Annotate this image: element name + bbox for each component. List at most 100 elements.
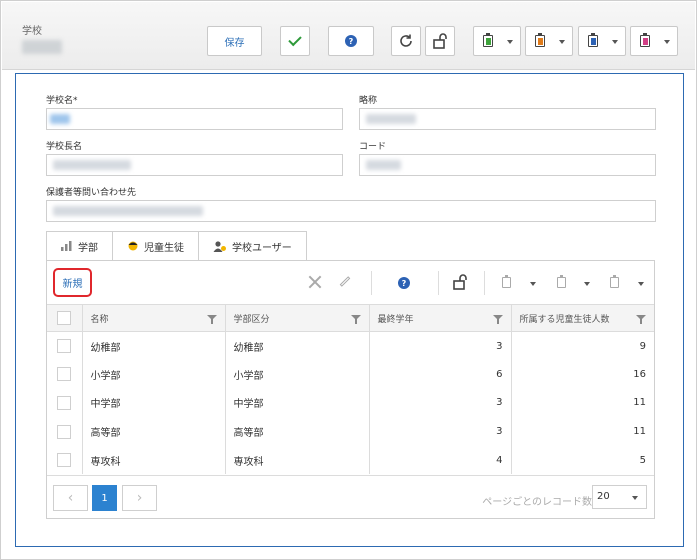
new-button[interactable]: 新規 [53, 268, 92, 297]
select-all-checkbox[interactable] [57, 311, 72, 325]
row-checkbox[interactable] [57, 424, 72, 439]
page-size-select[interactable]: 20 [592, 485, 647, 509]
confirm-button[interactable] [280, 26, 310, 56]
code-input[interactable] [359, 154, 656, 176]
unlock-icon [453, 274, 467, 290]
chevron-down-icon [612, 40, 618, 44]
column-header-final-grade[interactable]: 最終学年 [369, 304, 512, 332]
chevron-right-icon: › [136, 490, 143, 506]
guardian-contact-label: 保護者等問い合わせ先 [46, 188, 137, 198]
filter-icon[interactable] [206, 315, 217, 324]
row-checkbox[interactable] [57, 395, 72, 410]
toolbar-divider [371, 271, 372, 295]
clipboard-icon [640, 33, 650, 47]
chevron-down-icon[interactable] [584, 282, 590, 286]
tab-students[interactable]: 児童生徒 [112, 231, 198, 261]
export-blue-dropdown[interactable] [578, 26, 626, 56]
grid-export-3-dropdown[interactable] [610, 275, 619, 288]
table-row[interactable]: 高等部 高等部 3 11 [47, 417, 654, 446]
cell-category: 専攻科 [225, 445, 370, 475]
cell-student-count: 11 [633, 426, 646, 438]
delete-icon[interactable] [308, 275, 322, 289]
column-header-student-count[interactable]: 所属する児童生徒人数 [511, 304, 654, 332]
grid-export-2-dropdown[interactable] [557, 275, 566, 288]
window: 学校 保存 ? 学校名* 略称 学校長名 コード 保護者等問い合わせ先 学部 児… [0, 0, 697, 560]
row-checkbox[interactable] [57, 339, 72, 354]
table-header-row: 名称 学部区分 最終学年 所属する児童生徒人数 [47, 304, 654, 332]
redacted-value [53, 160, 131, 170]
column-header-name[interactable]: 名称 [82, 304, 226, 332]
table-row[interactable]: 幼稚部 幼稚部 3 9 [47, 331, 654, 361]
abbr-input[interactable] [359, 108, 656, 130]
check-icon [288, 32, 302, 47]
cell-student-count: 16 [633, 368, 646, 380]
cell-final-grade: 4 [369, 445, 512, 475]
table-row[interactable]: 中学部 中学部 3 11 [47, 388, 654, 418]
grid-export-1-dropdown[interactable] [502, 275, 511, 288]
grid-help-button[interactable]: ? [398, 277, 410, 289]
unlock-button[interactable] [425, 26, 455, 56]
tab-departments-label: 学部 [78, 242, 98, 254]
filter-icon[interactable] [350, 315, 361, 324]
column-header-label: 所属する児童生徒人数 [519, 314, 610, 325]
grid-unlock-button[interactable] [452, 274, 468, 293]
cell-category: 幼稚部 [225, 331, 370, 361]
filter-icon[interactable] [636, 315, 646, 324]
redacted-value [366, 114, 416, 124]
select-all-cell [47, 304, 83, 332]
tab-departments[interactable]: 学部 [46, 231, 112, 261]
filter-icon[interactable] [492, 315, 503, 324]
column-header-category[interactable]: 学部区分 [225, 304, 370, 332]
abbr-label: 略称 [359, 96, 378, 106]
cell-name: 幼稚部 [82, 331, 226, 361]
guardian-contact-input[interactable] [46, 200, 656, 222]
edit-button[interactable] [339, 276, 351, 287]
tab-bar: 学部 児童生徒 学校ユーザー [46, 231, 307, 261]
redacted-value [53, 206, 203, 216]
chevron-left-icon: ‹ [67, 490, 74, 506]
refresh-button[interactable] [391, 26, 421, 56]
header-bar: 学校 保存 ? [2, 2, 695, 70]
cell-student-count: 5 [639, 454, 646, 466]
row-select-cell [47, 388, 83, 418]
clipboard-icon [535, 33, 545, 47]
next-page-button[interactable]: › [122, 485, 157, 511]
main-panel: 学校名* 略称 学校長名 コード 保護者等問い合わせ先 学部 児童生徒 学校ユー… [15, 73, 684, 547]
cell-final-grade: 3 [369, 388, 512, 418]
pager: ‹ 1 › ページごとのレコード数 20 [47, 475, 654, 518]
chevron-down-icon[interactable] [530, 282, 536, 286]
current-page-number: 1 [101, 492, 108, 504]
export-orange-dropdown[interactable] [525, 26, 573, 56]
school-name-label: 学校名* [46, 96, 78, 106]
cell-category: 高等部 [225, 417, 370, 446]
export-green-dropdown[interactable] [473, 26, 521, 56]
cell-name: 中学部 [82, 388, 226, 418]
prev-page-button[interactable]: ‹ [53, 485, 88, 511]
chevron-down-icon[interactable] [638, 282, 644, 286]
chevron-down-icon [559, 40, 565, 44]
tab-school-users[interactable]: 学校ユーザー [198, 231, 307, 261]
save-button-label: 保存 [224, 37, 245, 49]
export-pink-dropdown[interactable] [630, 26, 678, 56]
page-1-button[interactable]: 1 [92, 485, 117, 511]
help-button[interactable]: ? [328, 26, 374, 56]
page-size-value: 20 [597, 491, 610, 502]
pencil-icon [339, 276, 351, 287]
table-row[interactable]: 小学部 小学部 6 16 [47, 360, 654, 389]
redacted-value [366, 160, 401, 170]
school-name-input[interactable] [46, 108, 343, 130]
row-select-cell [47, 417, 83, 446]
help-icon: ? [398, 277, 410, 289]
page-size-label: ページごとのレコード数 [482, 497, 592, 508]
unlock-icon [433, 33, 447, 49]
table-row[interactable]: 専攻科 専攻科 4 5 [47, 445, 654, 475]
users-icon [213, 240, 226, 252]
row-checkbox[interactable] [57, 453, 72, 468]
clipboard-icon [610, 275, 619, 288]
principal-input[interactable] [46, 154, 343, 176]
cell-name: 専攻科 [82, 445, 226, 475]
toolbar-divider [484, 271, 485, 295]
bar-chart-icon [61, 241, 72, 251]
save-button[interactable]: 保存 [207, 26, 262, 56]
row-checkbox[interactable] [57, 367, 72, 382]
